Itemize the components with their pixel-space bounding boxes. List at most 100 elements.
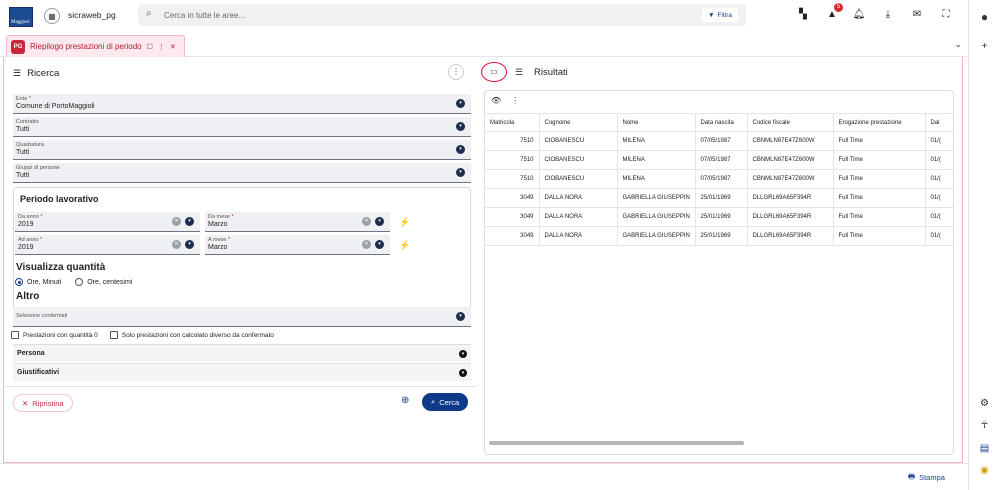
search-button-label: Cerca — [439, 397, 460, 407]
horizontal-scrollbar[interactable] — [489, 441, 744, 445]
filter-button[interactable]: ▼ Filtra — [702, 8, 738, 22]
clear-icon[interactable]: ✕ — [362, 240, 371, 249]
clear-icon[interactable]: ✕ — [172, 217, 181, 226]
fullscreen-icon[interactable]: ⛶ — [939, 8, 953, 22]
dropdown-icon[interactable]: ▾ — [456, 145, 465, 154]
search-button[interactable]: ⌕ Cerca — [422, 393, 469, 411]
magic-wand-icon[interactable]: ⚡ — [399, 240, 410, 251]
help-icon[interactable]: ◉ — [969, 465, 1000, 476]
table-cell: 01/( — [925, 207, 953, 227]
dropdown-icon[interactable]: ▾ — [456, 122, 465, 131]
panel-toggle-button[interactable]: ▭ — [481, 62, 507, 82]
table-row[interactable]: 7510 CIOBANESCU MILENA 07/05/1987 CBNMLN… — [485, 169, 953, 189]
bell-icon[interactable]: 🔔︎ — [852, 8, 866, 22]
app-switcher-icon[interactable]: ▦ — [44, 8, 60, 24]
clear-icon[interactable]: ✕ — [172, 240, 181, 249]
global-search[interactable]: ⌕ Cerca in tutte le aree... ▼ Filtra — [138, 4, 746, 26]
search-placeholder[interactable]: Cerca in tutte le aree... — [164, 11, 245, 20]
ente-field[interactable]: Ente * Comune di PortoMaggioli ▾ — [13, 94, 471, 114]
user-icon[interactable]: ● — [969, 10, 1000, 24]
checkbox-row: Prestazioni con quantità 0 Solo prestazi… — [11, 331, 274, 339]
bookmark-icon[interactable]: ☐ — [147, 43, 153, 51]
search-more-button[interactable]: ⋮ — [448, 64, 464, 80]
radio-ore-centesimi-label[interactable]: Ore, centesimi — [87, 279, 132, 286]
tab-more-icon[interactable]: ⋮ — [158, 43, 165, 51]
accessibility-icon[interactable]: ☥ — [969, 420, 1000, 431]
table-row[interactable]: 3049 DALLA NORA GABRIELLA GIUSEPPIN 25/0… — [485, 188, 953, 208]
table-cell: CBNMLN87E47Z600W — [747, 169, 834, 189]
contratto-label: Contratto — [16, 119, 39, 125]
dropdown-icon[interactable]: ▾ — [456, 168, 465, 177]
col-header[interactable]: Matricola — [485, 113, 540, 132]
zoom-search-icon[interactable]: ⊕ — [401, 395, 409, 406]
gruppi-value: Tutti — [16, 172, 30, 179]
search-icon: ⌕ — [431, 397, 436, 406]
table-row[interactable]: 7510 CIOBANESCU MILENA 07/05/1987 CBNMLN… — [485, 150, 953, 170]
print-button[interactable]: 🖶 Stampa — [903, 470, 950, 484]
add-icon[interactable]: + — [969, 41, 1000, 52]
table-cell: CIOBANESCU — [539, 131, 618, 151]
table-row[interactable]: 3049 DALLA NORA GABRIELLA GIUSEPPIN 25/0… — [485, 207, 953, 227]
search-header: ☰ Ricerca — [13, 68, 59, 79]
dropdown-icon[interactable]: ▾ — [185, 240, 194, 249]
checkbox-calcolato-diverso[interactable] — [109, 331, 118, 339]
table-row[interactable]: 3049 DALLA NORA GABRIELLA GIUSEPPIN 25/0… — [485, 226, 953, 246]
col-header[interactable]: Codice fiscale — [747, 113, 834, 132]
table-cell: DLLGRL69A65F394R — [747, 226, 834, 246]
table-cell: 07/05/1987 — [695, 131, 748, 151]
radio-ore-minuti-label[interactable]: Ore, Minuti — [27, 279, 61, 286]
magic-wand-icon[interactable]: ⚡ — [399, 217, 410, 228]
dropdown-icon[interactable]: ▾ — [375, 240, 384, 249]
chevron-down-icon[interactable]: ⌄ — [954, 39, 962, 50]
download-icon[interactable]: ⤓ — [881, 8, 895, 22]
table-cell: MILENA — [617, 150, 696, 170]
da-mese-field[interactable]: Da mese * Marzo ✕ ▾ — [205, 212, 390, 232]
col-header[interactable]: Nome — [617, 113, 696, 132]
table-cell: MILENA — [617, 169, 696, 189]
results-title: Risultati — [534, 67, 568, 78]
table-row[interactable]: 7510 CIOBANESCU MILENA 07/05/1987 CBNMLN… — [485, 131, 953, 151]
dropdown-icon[interactable]: ▾ — [375, 217, 384, 226]
gear-icon[interactable]: ⚙ — [969, 398, 1000, 409]
ad-anno-field[interactable]: Ad anno * 2019 ✕ ▾ — [15, 235, 200, 255]
da-mese-label: Da mese — [208, 214, 231, 220]
close-icon[interactable]: ✕ — [170, 43, 176, 51]
tab-riepilogo[interactable]: PG Riepilogo prestazioni di periodo ☐ ⋮ … — [6, 35, 185, 57]
clear-icon[interactable]: ✕ — [362, 217, 371, 226]
table-cell: GABRIELLA GIUSEPPIN — [617, 188, 696, 208]
divider — [0, 463, 968, 464]
dashboard-icon[interactable]: ▚ — [796, 8, 810, 22]
logo[interactable]: Maggiori — [9, 7, 33, 27]
col-header[interactable]: Erogazione prestazione — [833, 113, 926, 132]
radio-ore-minuti[interactable] — [15, 278, 23, 286]
checkbox-calcolato-diverso-label[interactable]: Solo prestazioni con calcolato diverso d… — [122, 332, 274, 339]
col-header[interactable]: Cognome — [539, 113, 618, 132]
selezione-confermati-field[interactable]: Selezione confermati ▾ — [13, 307, 471, 327]
accordion-giustificativi[interactable]: Giustificativi ▾ — [13, 363, 471, 381]
eye-icon[interactable]: 👁︎ — [491, 96, 501, 105]
col-header[interactable]: Data nascita — [695, 113, 748, 132]
checkbox-quantita-zero-label[interactable]: Prestazioni con quantità 0 — [23, 332, 98, 339]
quadratura-label: Quadratura — [16, 142, 44, 148]
col-header[interactable]: Dal — [925, 113, 953, 132]
contratto-field[interactable]: Contratto Tutti ▾ — [13, 117, 471, 137]
gruppi-field[interactable]: Gruppi di persone Tutti ▾ — [13, 163, 471, 183]
mail-icon[interactable]: ✉ — [910, 8, 924, 22]
accordion-persona[interactable]: Persona ▾ — [13, 344, 471, 362]
a-mese-field[interactable]: A mese * Marzo ✕ ▾ — [205, 235, 390, 255]
print-label: Stampa — [919, 472, 945, 482]
radio-ore-centesimi[interactable] — [75, 278, 84, 286]
chat-icon[interactable]: ▤ — [969, 443, 1000, 454]
grid-more-icon[interactable]: ⋮ — [511, 96, 519, 105]
reset-button[interactable]: ✕ Ripristina — [13, 394, 73, 412]
dropdown-icon[interactable]: ▾ — [185, 217, 194, 226]
chevron-down-icon[interactable]: ▾ — [459, 350, 467, 358]
results-panel: ▭ ☰ Risultati 👁︎ ⋮ Matricola Cognome Nom… — [481, 62, 957, 458]
quadratura-field[interactable]: Quadratura Tutti ▾ — [13, 140, 471, 160]
dropdown-icon[interactable]: ▾ — [456, 99, 465, 108]
chevron-down-icon[interactable]: ▾ — [459, 369, 467, 377]
dropdown-icon[interactable]: ▾ — [456, 312, 465, 321]
checkbox-quantita-zero[interactable] — [11, 331, 19, 339]
da-anno-field[interactable]: Da anno * 2019 ✕ ▾ — [15, 212, 200, 232]
ente-value: Comune di PortoMaggioli — [16, 103, 95, 110]
